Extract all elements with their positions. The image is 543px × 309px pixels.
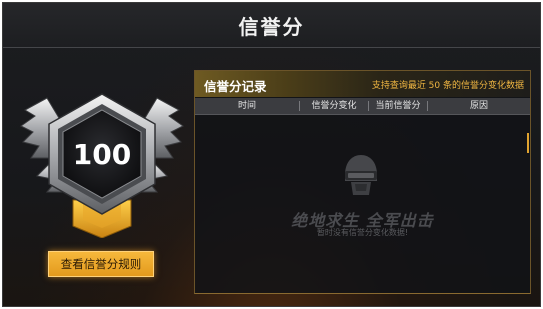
panel-note: 支持查询最近 50 条的信誉分变化数据 [371, 81, 524, 91]
view-rules-button[interactable]: 查看信誉分规则 [48, 251, 154, 277]
score-badge: 100 [20, 93, 184, 238]
helmet-icon [345, 155, 377, 195]
panel-title: 信誉分记录 [204, 79, 267, 94]
credit-score-screen: 信誉分 100 查看信誉分规则 信誉分记录 支持查询最近 50 条的信誉分变化数… [2, 2, 541, 307]
score-value: 100 [73, 138, 131, 171]
column-reason: 原因 [469, 101, 488, 111]
panel-header: 信誉分记录 支持查询最近 50 条的信誉分变化数据 [195, 71, 530, 97]
column-change: 信誉分变化 [311, 101, 357, 111]
header-bar: 信誉分 [3, 3, 540, 48]
empty-state-message: 暂时没有信誉分变化数据! [316, 228, 409, 237]
credit-record-panel: 信誉分记录 支持查询最近 50 条的信誉分变化数据 时间 信誉分变化 当前信誉分… [194, 70, 531, 294]
column-current: 当前信誉分 [375, 101, 421, 111]
table-header: 时间 信誉分变化 当前信誉分 原因 [195, 98, 530, 115]
scrollbar[interactable] [527, 133, 529, 153]
column-time: 时间 [237, 101, 256, 111]
page-title: 信誉分 [238, 15, 305, 39]
